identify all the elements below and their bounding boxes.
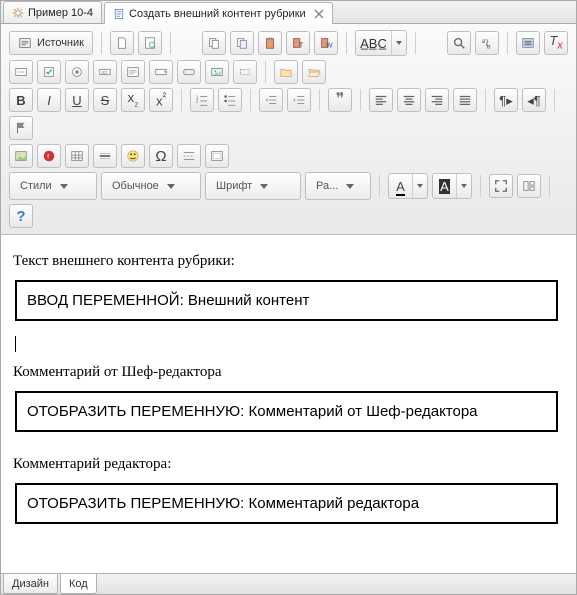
smiley-button[interactable] — [121, 144, 145, 168]
svg-text:2: 2 — [196, 99, 199, 104]
bgcolor-icon: A — [439, 180, 450, 193]
paste-text-button[interactable]: T — [286, 31, 310, 55]
superscript-button[interactable]: x² — [149, 88, 173, 112]
bulletlist-button[interactable] — [218, 88, 242, 112]
close-icon[interactable] — [314, 9, 324, 19]
textfield-button[interactable]: ab — [93, 60, 117, 84]
source-icon — [18, 36, 32, 50]
text-cursor — [15, 336, 16, 352]
source-button[interactable]: Источник — [9, 31, 93, 55]
button-insert[interactable] — [177, 60, 201, 84]
paste-word-button[interactable]: W — [314, 31, 338, 55]
radio-button[interactable] — [65, 60, 89, 84]
rtl-button[interactable]: ◂¶ — [522, 88, 546, 112]
bold-button[interactable]: B — [9, 88, 33, 112]
spellcheck[interactable]: A̲B̲C̲ — [355, 30, 407, 56]
replace-button[interactable]: ab — [475, 31, 499, 55]
align-justify-button[interactable] — [453, 88, 477, 112]
underline-button[interactable]: U — [65, 88, 89, 112]
showblocks-button[interactable] — [517, 174, 541, 198]
subscript-button[interactable]: x₂ — [121, 88, 145, 112]
svg-text:W: W — [326, 42, 333, 49]
remove-format-button[interactable]: Tx — [544, 31, 568, 55]
find-button[interactable] — [447, 31, 471, 55]
editor-content[interactable]: Текст внешнего контента рубрики: ВВОД ПЕ… — [1, 235, 576, 573]
blockquote-button[interactable]: ❞ — [328, 88, 352, 112]
copy2-button[interactable] — [230, 31, 254, 55]
folder-open-button[interactable] — [302, 60, 326, 84]
caption-3: Комментарий редактора: — [13, 456, 564, 473]
ltr-button[interactable]: ¶▸ — [494, 88, 518, 112]
anchor-flag-button[interactable] — [9, 116, 33, 140]
tab-label: Создать внешний контент рубрики — [129, 8, 306, 20]
varbox-1[interactable]: ВВОД ПЕРЕМЕННОЙ: Внешний контент — [15, 280, 558, 321]
varbox-3[interactable]: ОТОБРАЗИТЬ ПЕРЕМЕННУЮ: Комментарий редак… — [15, 483, 558, 524]
align-right-button[interactable] — [425, 88, 449, 112]
form-button[interactable] — [9, 60, 33, 84]
star-icon — [12, 7, 24, 19]
checkbox-button[interactable] — [37, 60, 61, 84]
spellcheck-icon: A̲B̲C̲ — [360, 37, 387, 50]
preview-button[interactable] — [138, 31, 162, 55]
textcolor[interactable]: A — [388, 173, 428, 199]
help-button[interactable]: ? — [9, 204, 33, 228]
tab-1[interactable]: Пример 10-4 — [3, 1, 102, 23]
mode-tabs: Дизайн Код — [1, 573, 576, 594]
folder-button[interactable] — [274, 60, 298, 84]
numlist-button[interactable]: 12 — [190, 88, 214, 112]
pagebreak-button[interactable] — [177, 144, 201, 168]
copy-button[interactable] — [202, 31, 226, 55]
hidden-field[interactable] — [233, 60, 257, 84]
tab-label: Пример 10-4 — [28, 7, 93, 19]
table-button[interactable] — [65, 144, 89, 168]
svg-text:f: f — [47, 154, 49, 161]
font-dropdown[interactable]: Шрифт — [205, 172, 301, 200]
italic-button[interactable]: I — [37, 88, 61, 112]
caption-2: Комментарий от Шеф-редактора — [13, 364, 564, 381]
flash-button[interactable]: f — [37, 144, 61, 168]
caption-1: Текст внешнего контента рубрики: — [13, 253, 564, 270]
align-left-button[interactable] — [369, 88, 393, 112]
imagebtn-insert[interactable] — [205, 60, 229, 84]
code-tab[interactable]: Код — [60, 574, 97, 594]
format-dropdown[interactable]: Обычное — [101, 172, 201, 200]
svg-text:T: T — [299, 42, 304, 49]
indent-button[interactable] — [287, 88, 311, 112]
image-button[interactable] — [9, 144, 33, 168]
selectall-button[interactable] — [516, 31, 540, 55]
textcolor-icon: A — [396, 180, 405, 193]
bgcolor[interactable]: A — [432, 173, 472, 199]
iframe-button[interactable] — [205, 144, 229, 168]
outdent-button[interactable] — [259, 88, 283, 112]
size-dropdown[interactable]: Ра... — [305, 172, 371, 200]
doc-icon — [113, 8, 125, 20]
styles-dropdown[interactable]: Стили — [9, 172, 97, 200]
editor-toolbar: Источник T W A̲B̲C̲ ab Tx ab B I U S x₂ … — [1, 24, 576, 235]
textarea-button[interactable] — [121, 60, 145, 84]
paste-button[interactable] — [258, 31, 282, 55]
editor-tabs: Пример 10-4 Создать внешний контент рубр… — [1, 1, 576, 24]
select-button[interactable] — [149, 60, 173, 84]
strike-button[interactable]: S — [93, 88, 117, 112]
tab-2[interactable]: Создать внешний контент рубрики — [104, 2, 333, 24]
specialchar-button[interactable]: Ω — [149, 144, 173, 168]
hr-button[interactable] — [93, 144, 117, 168]
varbox-2[interactable]: ОТОБРАЗИТЬ ПЕРЕМЕННУЮ: Комментарий от Ше… — [15, 391, 558, 432]
svg-text:a: a — [482, 38, 486, 45]
new-doc-button[interactable] — [110, 31, 134, 55]
svg-text:ab: ab — [102, 70, 108, 76]
maximize-button[interactable] — [489, 174, 513, 198]
align-center-button[interactable] — [397, 88, 421, 112]
design-tab[interactable]: Дизайн — [3, 574, 58, 594]
